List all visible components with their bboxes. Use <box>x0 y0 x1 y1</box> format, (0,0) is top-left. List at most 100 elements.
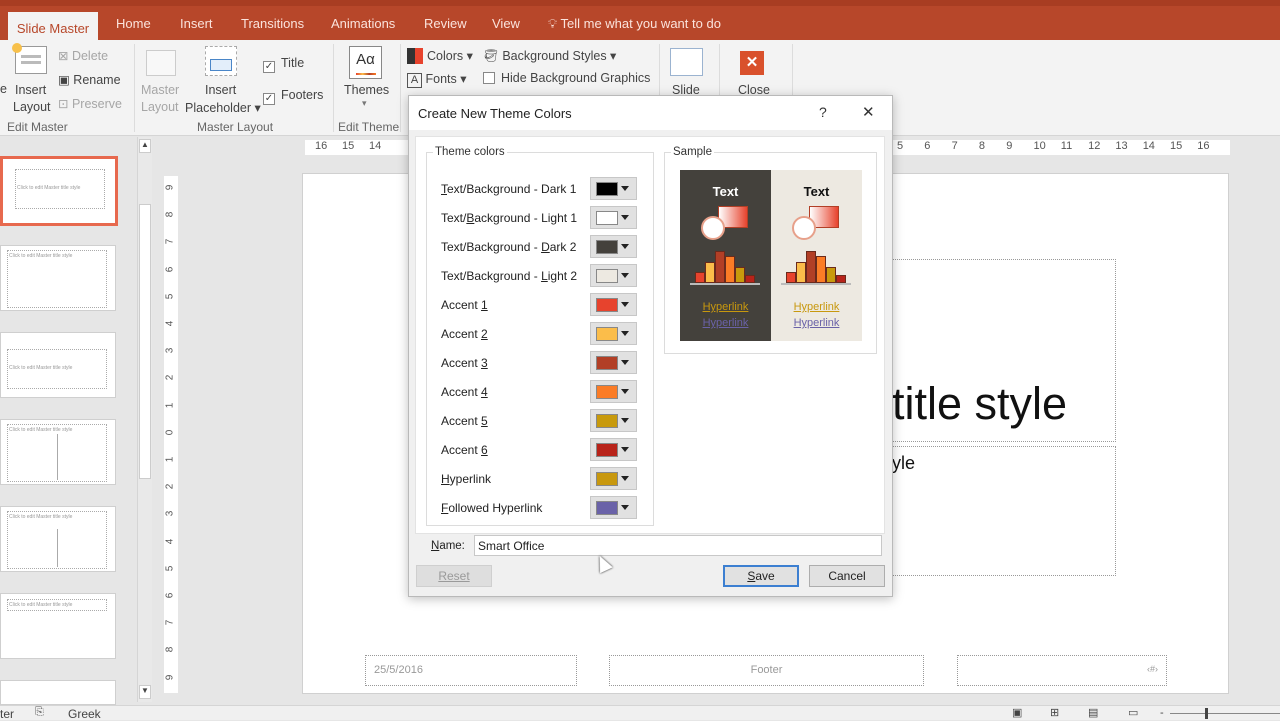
color-picker-dropdown[interactable] <box>590 322 637 345</box>
name-label: Name: <box>431 540 465 552</box>
master-layout-button[interactable]: Master <box>141 83 179 97</box>
theme-name-input[interactable] <box>474 535 882 556</box>
rename-button[interactable]: ▣ Rename <box>58 72 121 87</box>
thumbnail-layout[interactable]: Click to edit Master title style <box>0 245 116 311</box>
color-swatch <box>596 501 618 515</box>
color-swatch <box>596 269 618 283</box>
save-button[interactable]: Save <box>723 565 799 587</box>
thumbnail-master[interactable]: Click to edit Master title style <box>0 156 118 226</box>
ruler-tick: 11 <box>1060 140 1073 152</box>
color-row-label: Accent 2 <box>441 327 488 341</box>
zoom-out-icon[interactable]: - <box>1160 707 1164 719</box>
normal-view-icon[interactable]: ▣ <box>1012 706 1022 719</box>
color-picker-dropdown[interactable] <box>590 380 637 403</box>
color-picker-dropdown[interactable] <box>590 496 637 519</box>
slide-number-placeholder[interactable]: ‹#› <box>957 655 1167 686</box>
tab-animations[interactable]: Animations <box>331 16 395 31</box>
ruler-tick: 8 <box>164 647 176 653</box>
color-picker-dropdown[interactable] <box>590 438 637 461</box>
thumbnail-scrollbar[interactable]: ▲ ▼ <box>137 137 152 702</box>
dropdown-arrow-icon <box>621 360 629 365</box>
ruler-tick: 9 <box>164 184 176 191</box>
tab-view[interactable]: View <box>492 16 520 31</box>
reset-button[interactable]: Reset <box>416 565 492 587</box>
ruler-tick: 3 <box>164 347 176 354</box>
slideshow-icon[interactable]: ▭ <box>1128 706 1138 719</box>
dropdown-arrow-icon <box>621 476 629 481</box>
tell-me-box[interactable]: 💡︎ Tell me what you want to do <box>548 16 721 32</box>
ruler-tick: 15 <box>1170 140 1183 152</box>
status-view-label: ter <box>0 707 15 721</box>
color-row-label: Accent 1 <box>441 298 488 312</box>
zoom-slider[interactable] <box>1170 713 1280 714</box>
spell-check-icon[interactable]: ⎘ <box>35 706 44 719</box>
insert-placeholder-label[interactable]: Placeholder ▾ <box>185 100 261 115</box>
scroll-down-arrow-icon[interactable]: ▼ <box>139 685 151 699</box>
colors-button[interactable]: Colors ▾ <box>407 48 473 64</box>
close-dialog-button[interactable]: ✕ <box>862 103 875 121</box>
sample-chart-axis <box>781 283 851 285</box>
tab-transitions[interactable]: Transitions <box>241 16 304 31</box>
thumbnail-title: Click to edit Master title style <box>9 514 73 520</box>
hide-background-graphics-checkbox[interactable]: Hide Background Graphics <box>483 71 650 85</box>
thumbnail-layout[interactable]: Click to edit Master title style <box>0 593 116 659</box>
tab-insert[interactable]: Insert <box>180 16 213 31</box>
footers-checkbox[interactable]: ✓ Footers <box>263 88 323 105</box>
language-indicator[interactable]: Greek <box>68 707 101 721</box>
scroll-up-arrow-icon[interactable]: ▲ <box>139 139 151 153</box>
cancel-button[interactable]: Cancel <box>809 565 885 587</box>
color-picker-dropdown[interactable] <box>590 293 637 316</box>
color-picker-dropdown[interactable] <box>590 235 637 258</box>
color-swatch <box>596 211 618 225</box>
ruler-tick: 13 <box>1115 140 1128 152</box>
rename-icon: ▣ <box>58 73 74 87</box>
help-button[interactable]: ? <box>819 104 827 120</box>
slide-sorter-icon[interactable]: ⊞ <box>1050 706 1059 719</box>
preserve-button[interactable]: ⊡ Preserve <box>58 96 122 111</box>
color-picker-dropdown[interactable] <box>590 409 637 432</box>
ribbon-tab-bar: Slide Master Home Insert Transitions Ani… <box>0 0 1280 46</box>
color-picker-dropdown[interactable] <box>590 351 637 374</box>
thumbnail-layout[interactable]: Click to edit Master title style <box>0 506 116 572</box>
insert-layout-label[interactable]: Layout <box>13 100 51 114</box>
color-swatch <box>596 298 618 312</box>
background-styles-button[interactable]: 🪣︎ Background Styles ▾ <box>483 48 616 64</box>
create-new-theme-colors-dialog: Create New Theme Colors ? ✕ Theme colors… <box>408 95 893 597</box>
date-placeholder[interactable]: 25/5/2016 <box>365 655 577 686</box>
body-placeholder[interactable]: yle <box>891 446 1116 576</box>
title-text: title style <box>892 378 1068 429</box>
title-placeholder[interactable]: title style <box>891 259 1116 442</box>
dialog-title-bar[interactable]: Create New Theme Colors ? ✕ <box>409 96 892 130</box>
thumbnail-layout[interactable] <box>0 680 116 705</box>
ruler-tick: 2 <box>164 483 176 490</box>
insert-placeholder-button[interactable]: Insert <box>205 83 236 97</box>
fonts-button[interactable]: A Fonts ▾ <box>407 71 467 88</box>
color-picker-dropdown[interactable] <box>590 467 637 490</box>
zoom-slider-handle[interactable] <box>1205 708 1208 719</box>
color-picker-dropdown[interactable] <box>590 177 637 200</box>
themes-button[interactable]: Themes <box>344 83 389 97</box>
tab-home[interactable]: Home <box>116 16 151 31</box>
status-bar: ter ⎘ Greek ▣ ⊞ ▤ ▭ - <box>0 705 1280 721</box>
delete-button[interactable]: ⊠ Delete <box>58 48 108 63</box>
tab-review[interactable]: Review <box>424 16 467 31</box>
footer-placeholder[interactable]: Footer <box>609 655 924 686</box>
delete-icon: ⊠ <box>58 49 72 63</box>
color-picker-dropdown[interactable] <box>590 264 637 287</box>
sample-shape-circle <box>701 216 725 240</box>
thumbnail-layout[interactable]: Click to edit Master title style <box>0 332 116 398</box>
thumbnail-title: Click to edit Master title style <box>9 427 73 433</box>
reading-view-icon[interactable]: ▤ <box>1088 706 1098 719</box>
color-picker-dropdown[interactable] <box>590 206 637 229</box>
insert-layout-button[interactable]: Insert <box>15 83 46 97</box>
sample-followed-hyperlink-light: Hyperlink <box>793 317 840 329</box>
ruler-tick: 1 <box>164 402 176 408</box>
divider <box>57 434 58 480</box>
ruler-tick: 8 <box>164 211 176 218</box>
thumbnail-layout[interactable]: Click to edit Master title style <box>0 419 116 485</box>
scrollbar-thumb[interactable] <box>139 204 151 479</box>
theme-colors-legend: Theme colors <box>433 146 507 158</box>
title-checkbox[interactable]: ✓ Title <box>263 56 304 73</box>
thumbnail-title: Click to edit Master title style <box>9 365 73 371</box>
dropdown-arrow-icon <box>621 215 629 220</box>
